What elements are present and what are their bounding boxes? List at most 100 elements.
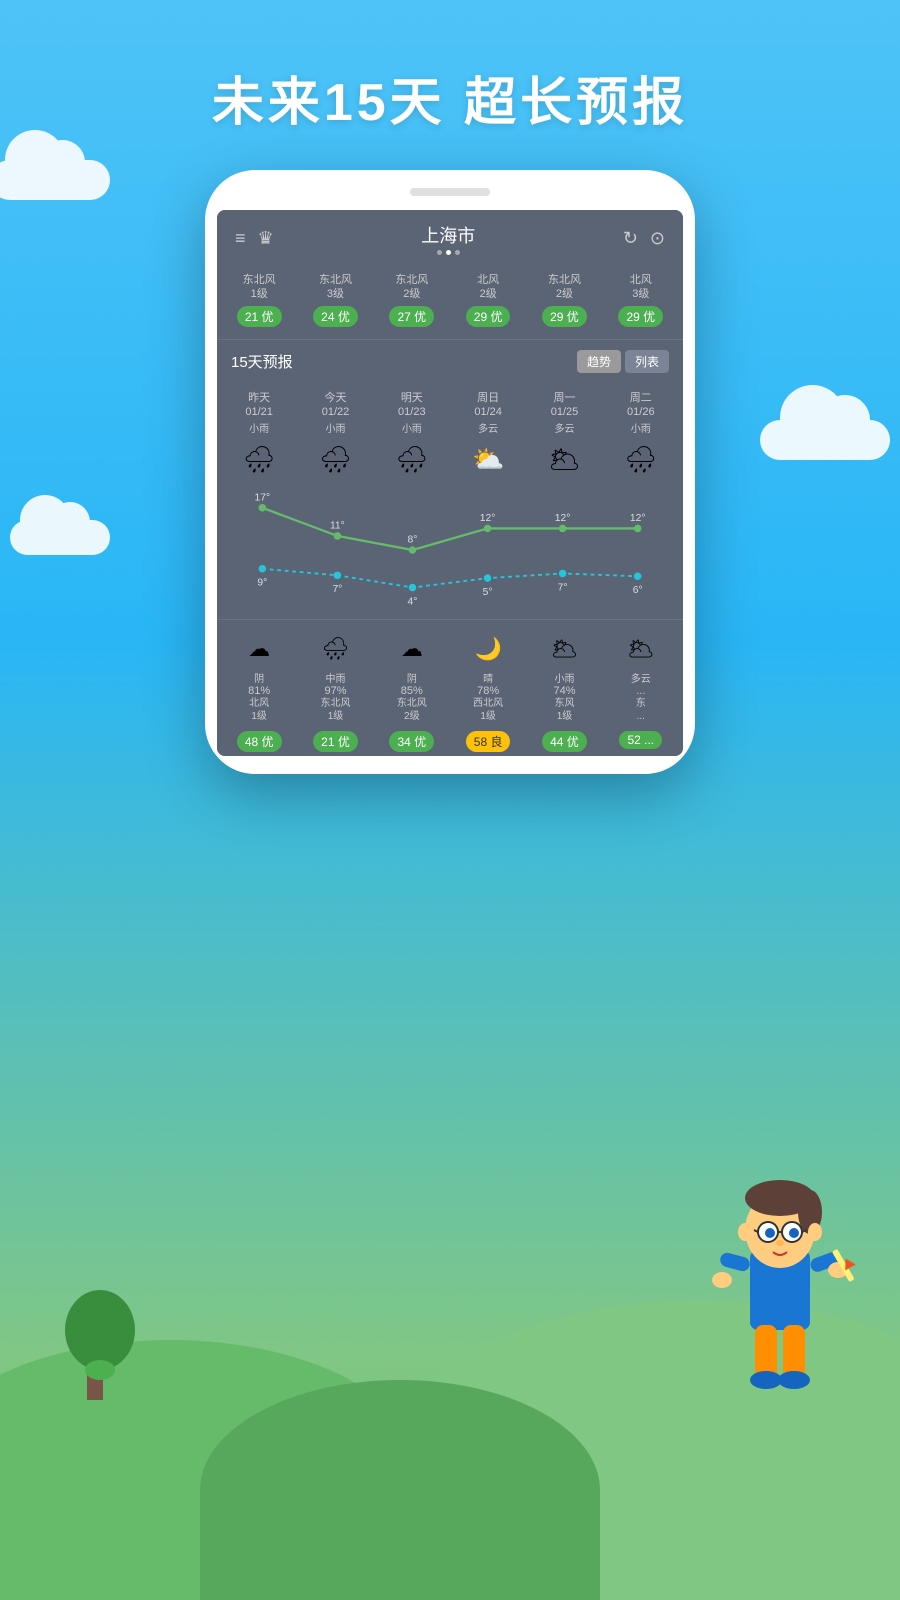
- aqi-badge-3: 29 优: [466, 306, 511, 327]
- day-icon-1: 🌧: [297, 439, 373, 481]
- aqi-col-3: 北风2级 29 优: [450, 269, 526, 331]
- dot-2: [446, 250, 451, 255]
- day-condition-1: 小雨: [297, 420, 373, 435]
- day-label-5: 周二: [603, 391, 679, 406]
- dot-1: [437, 250, 442, 255]
- forecast-header: 15天预报 趋势列表: [217, 340, 683, 383]
- night-wind-1: 东北风1级: [297, 697, 373, 723]
- day-col-0: 昨天 01/21 小雨 🌧: [221, 391, 297, 485]
- day-date-3: 01/24: [450, 406, 526, 418]
- night-wind-4: 东风1级: [526, 697, 602, 723]
- day-condition-4: 多云: [526, 420, 602, 435]
- temp-chart: 17°11°8°12°12°12°9°7°4°5°7°6°: [217, 489, 683, 619]
- clock-icon[interactable]: ⊙: [650, 228, 665, 249]
- night-icon-3: 🌙: [450, 632, 526, 666]
- aqi-wind-1: 东北风3级: [299, 273, 371, 302]
- night-percent-0: 81%: [221, 685, 297, 697]
- day-icon-3: ⛅: [450, 439, 526, 481]
- svg-text:12°: 12°: [555, 513, 571, 524]
- night-col-0: ☁ 阴 81% 北风1级 48 优: [221, 628, 297, 752]
- character: [700, 1140, 860, 1420]
- svg-text:5°: 5°: [483, 587, 493, 598]
- day-condition-2: 小雨: [374, 420, 450, 435]
- night-badge-2: 34 优: [389, 731, 434, 752]
- night-percent-3: 78%: [450, 685, 526, 697]
- night-condition-3: 晴: [450, 670, 526, 685]
- cloud-2: [10, 520, 110, 555]
- night-wind-5: 东...: [603, 697, 679, 723]
- day-label-2: 明天: [374, 391, 450, 406]
- aqi-wind-5: 北风3级: [605, 273, 677, 302]
- day-col-2: 明天 01/23 小雨 🌧: [374, 391, 450, 485]
- day-label-4: 周一: [526, 391, 602, 406]
- day-icon-2: 🌧: [374, 439, 450, 481]
- aqi-wind-3: 北风2级: [452, 273, 524, 302]
- svg-text:12°: 12°: [630, 513, 646, 524]
- svg-text:17°: 17°: [255, 492, 271, 503]
- svg-text:9°: 9°: [257, 578, 267, 589]
- day-col-5: 周二 01/26 小雨 🌧: [603, 391, 679, 485]
- night-icon-1: 🌧: [297, 632, 373, 666]
- night-badge-4: 44 优: [542, 731, 587, 752]
- day-icon-4: 🌥: [526, 439, 602, 481]
- day-date-5: 01/26: [603, 406, 679, 418]
- dot-3: [455, 250, 460, 255]
- city-name: 上海市: [421, 222, 475, 248]
- svg-text:8°: 8°: [408, 534, 418, 545]
- forecast-tab-趋势[interactable]: 趋势: [577, 350, 621, 373]
- crown-icon[interactable]: ♛: [258, 228, 274, 249]
- day-col-1: 今天 01/22 小雨 🌧: [297, 391, 373, 485]
- aqi-wind-0: 东北风1级: [223, 273, 295, 302]
- svg-text:6°: 6°: [633, 585, 643, 596]
- day-label-3: 周日: [450, 391, 526, 406]
- night-icon-5: 🌥: [603, 632, 679, 666]
- forecast-tab-列表[interactable]: 列表: [625, 350, 669, 373]
- night-wind-2: 东北风2级: [374, 697, 450, 723]
- menu-icon[interactable]: ≡: [235, 228, 246, 249]
- refresh-icon[interactable]: ↻: [623, 228, 638, 249]
- svg-text:7°: 7°: [332, 584, 342, 595]
- night-icon-4: 🌥: [526, 632, 602, 666]
- aqi-col-1: 东北风3级 24 优: [297, 269, 373, 331]
- aqi-badge-5: 29 优: [618, 306, 663, 327]
- phone-speaker: [410, 188, 490, 196]
- night-forecast-grid: ☁ 阴 81% 北风1级 48 优 🌧 中雨 97% 东北风1级 21 优 ☁ …: [217, 619, 683, 756]
- day-label-1: 今天: [297, 391, 373, 406]
- aqi-col-5: 北风3级 29 优: [603, 269, 679, 331]
- night-condition-1: 中雨: [297, 670, 373, 685]
- night-wind-0: 北风1级: [221, 697, 297, 723]
- svg-text:11°: 11°: [330, 520, 345, 531]
- topbar: ≡ ♛ 上海市 ↻ ⊙: [217, 210, 683, 261]
- night-percent-4: 74%: [526, 685, 602, 697]
- cloud-3: [760, 420, 890, 460]
- aqi-badge-0: 21 优: [237, 306, 282, 327]
- night-wind-3: 西北风1级: [450, 697, 526, 723]
- aqi-badge-4: 29 优: [542, 306, 587, 327]
- day-col-3: 周日 01/24 多云 ⛅: [450, 391, 526, 485]
- night-icon-2: ☁: [374, 632, 450, 666]
- night-col-3: 🌙 晴 78% 西北风1级 58 良: [450, 628, 526, 752]
- night-badge-5: 52 ...: [619, 731, 662, 749]
- night-col-1: 🌧 中雨 97% 东北风1级 21 优: [297, 628, 373, 752]
- night-badge-1: 21 优: [313, 731, 358, 752]
- aqi-row: 东北风1级 21 优 东北风3级 24 优 东北风2级 27 优 北风2级 29…: [217, 261, 683, 340]
- phone-screen: ≡ ♛ 上海市 ↻ ⊙ 东北风1级 21 优: [217, 210, 683, 756]
- aqi-col-4: 东北风2级 29 优: [526, 269, 602, 331]
- aqi-badge-1: 24 优: [313, 306, 358, 327]
- day-icon-5: 🌧: [603, 439, 679, 481]
- day-date-4: 01/25: [526, 406, 602, 418]
- day-date-1: 01/22: [297, 406, 373, 418]
- day-icon-0: 🌧: [221, 439, 297, 481]
- grass-hill-3: [200, 1380, 600, 1600]
- night-badge-0: 48 优: [237, 731, 282, 752]
- day-condition-5: 小雨: [603, 420, 679, 435]
- aqi-col-2: 东北风2级 27 优: [374, 269, 450, 331]
- aqi-col-0: 东北风1级 21 优: [221, 269, 297, 331]
- svg-text:4°: 4°: [408, 596, 418, 607]
- aqi-badge-2: 27 优: [389, 306, 434, 327]
- night-condition-4: 小雨: [526, 670, 602, 685]
- night-col-2: ☁ 阴 85% 东北风2级 34 优: [374, 628, 450, 752]
- night-condition-0: 阴: [221, 670, 297, 685]
- phone-frame: ≡ ♛ 上海市 ↻ ⊙ 东北风1级 21 优: [205, 170, 695, 774]
- tree-top: [65, 1290, 135, 1370]
